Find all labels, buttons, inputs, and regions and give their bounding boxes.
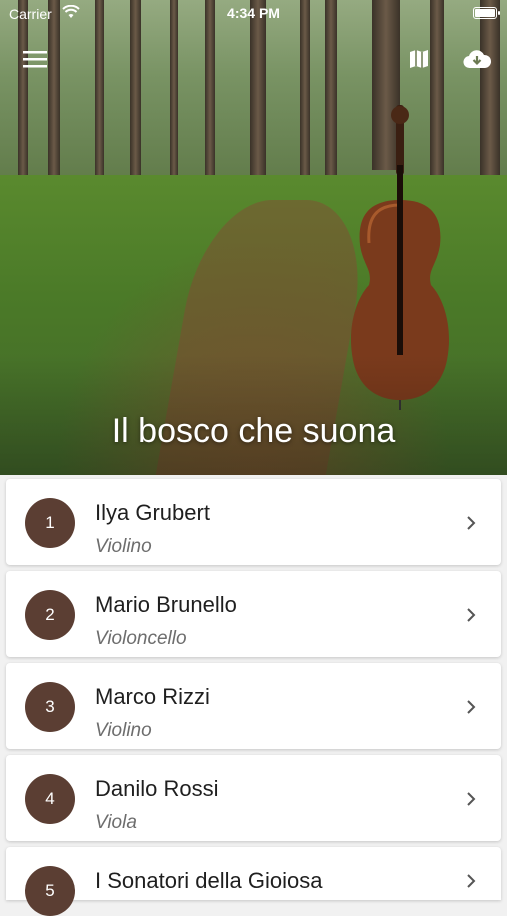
status-bar: Carrier 4:34 PM: [0, 0, 507, 26]
chevron-right-icon: [467, 700, 476, 714]
list-item[interactable]: 4 Danilo Rossi Viola: [6, 755, 501, 841]
number-badge: 1: [25, 498, 75, 548]
number-badge: 3: [25, 682, 75, 732]
artist-name: Danilo Rossi: [95, 776, 219, 801]
tree-trunk: [480, 0, 500, 190]
menu-button[interactable]: [20, 44, 50, 74]
artist-instrument: Viola: [95, 812, 137, 833]
chevron-right-icon: [467, 874, 476, 888]
page-title: Il bosco che suona: [111, 412, 396, 450]
list-item[interactable]: 2 Mario Brunello Violoncello: [6, 571, 501, 657]
tree-trunk: [205, 0, 215, 190]
number-badge: 5: [25, 866, 75, 916]
tree-trunk: [95, 0, 104, 190]
map-icon: [410, 50, 428, 68]
artist-name: Ilya Grubert: [95, 500, 210, 525]
hamburger-menu-icon: [23, 51, 47, 68]
list-item[interactable]: 3 Marco Rizzi Violino: [6, 663, 501, 749]
cloud-download-icon: [463, 50, 492, 69]
tree-trunk: [300, 0, 310, 190]
artist-instrument: Violino: [95, 536, 152, 557]
tree-trunk: [130, 0, 141, 190]
tree-trunk: [48, 0, 60, 190]
artist-name: Mario Brunello: [95, 592, 237, 617]
tree-trunk: [18, 0, 28, 190]
chevron-right-icon: [467, 608, 476, 622]
artist-name: I Sonatori della Gioiosa: [95, 868, 323, 893]
battery-icon: [473, 7, 500, 19]
number-badge: 2: [25, 590, 75, 640]
chevron-right-icon: [467, 516, 476, 530]
map-button[interactable]: [404, 44, 434, 74]
tree-trunk: [325, 0, 337, 190]
list-item[interactable]: 5 I Sonatori della Gioiosa: [6, 847, 501, 916]
artist-instrument: Violoncello: [95, 628, 187, 649]
chevron-right-icon: [467, 792, 476, 806]
artist-name: Marco Rizzi: [95, 684, 210, 709]
number-badge: 4: [25, 774, 75, 824]
download-button[interactable]: [462, 44, 492, 74]
tree-trunk: [250, 0, 266, 190]
list-item[interactable]: 1 Ilya Grubert Violino: [6, 479, 501, 565]
artist-instrument: Violino: [95, 720, 152, 741]
tree-trunk: [170, 0, 178, 190]
status-time: 4:34 PM: [227, 5, 280, 21]
